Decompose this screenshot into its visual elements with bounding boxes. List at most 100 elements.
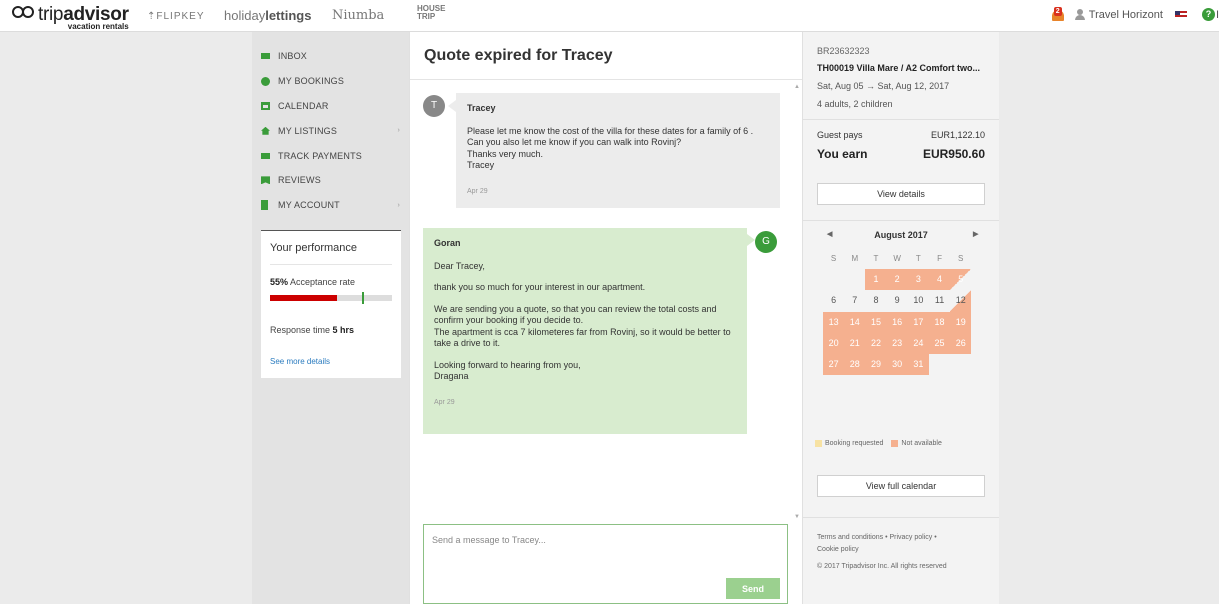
calendar-day[interactable]: 19: [950, 311, 972, 333]
card-icon: [261, 152, 270, 159]
calendar-prev-icon[interactable]: ◀: [827, 230, 832, 238]
calendar-day: [950, 354, 971, 375]
chevron-right-icon: ›: [397, 201, 400, 209]
calendar-day[interactable]: 2: [886, 269, 908, 291]
footer: Terms and conditions • Privacy policy • C…: [803, 517, 999, 573]
message-paragraph: Looking forward to hearing from you,: [434, 359, 581, 370]
calendar-day[interactable]: 20: [823, 332, 845, 354]
avatar: T: [423, 95, 445, 117]
send-button[interactable]: Send: [726, 578, 780, 599]
holidaylettings-link[interactable]: holidaylettings: [224, 8, 311, 23]
message-input[interactable]: [424, 525, 787, 575]
calendar-day[interactable]: 4: [928, 269, 951, 291]
scroll-down-icon[interactable]: ▼: [794, 514, 800, 520]
tripadvisor-logo[interactable]: tripadvisor vacation rentals: [12, 5, 129, 31]
see-more-details-link[interactable]: See more details: [270, 357, 392, 366]
nav-item-reviews[interactable]: REVIEWS: [252, 168, 409, 193]
calendar-day[interactable]: 22: [865, 332, 887, 354]
chevron-right-icon: ›: [397, 127, 400, 135]
calendar-day[interactable]: 7: [844, 290, 865, 311]
view-details-button[interactable]: View details: [817, 183, 985, 205]
flipkey-link[interactable]: ⇡FLIPKEY: [147, 11, 205, 22]
calendar-day[interactable]: 31: [907, 353, 929, 376]
nav-item-calendar[interactable]: CALENDAR: [252, 94, 409, 119]
message-paragraph: thank you so much for your interest in o…: [434, 282, 646, 292]
booking-panel: BR23632323 TH00019 Villa Mare / A2 Comfo…: [803, 32, 999, 604]
calendar-day[interactable]: 17: [907, 311, 929, 333]
reply-box: Send: [423, 524, 788, 604]
us-flag-icon[interactable]: [1174, 10, 1187, 19]
legend-booking-requested: Booking requested: [825, 440, 884, 447]
nav-item-my-bookings[interactable]: MY BOOKINGS: [252, 69, 409, 94]
booking-requested-swatch: [815, 440, 822, 447]
booking-reference: BR23632323: [817, 46, 870, 56]
calendar-day[interactable]: 24: [907, 332, 929, 354]
calendar-day[interactable]: 23: [886, 332, 908, 354]
avatar: G: [755, 231, 777, 253]
calendar-day[interactable]: 6: [823, 290, 844, 311]
calendar-day[interactable]: 11: [929, 290, 950, 311]
niumba-link[interactable]: Niumba: [332, 8, 384, 23]
scroll-up-icon[interactable]: ▲: [794, 84, 800, 90]
you-earn-value: EUR950.60: [922, 147, 985, 161]
message-paragraph: We are sending you a quote, so that you …: [434, 303, 717, 326]
calendar-day: [929, 354, 950, 375]
calendar-day[interactable]: 5: [950, 269, 972, 291]
message-sender: Tracey: [467, 103, 496, 113]
calendar-weekday: W: [893, 254, 901, 263]
message-date: Apr 29: [467, 187, 488, 195]
calendar-day[interactable]: 13: [823, 311, 845, 333]
message-paragraph: Dear Tracey,: [434, 260, 485, 271]
calendar-day[interactable]: 15: [865, 311, 887, 333]
help-icon[interactable]: ?: [1201, 8, 1215, 21]
calendar-day[interactable]: 21: [844, 332, 866, 354]
nav-item-my-account[interactable]: MY ACCOUNT ›: [252, 193, 409, 218]
performance-card: Your performance 55% Acceptance rate Res…: [261, 230, 401, 378]
calendar-day[interactable]: 16: [886, 311, 908, 333]
property-name: TH00019 Villa Mare / A2 Comfort two...: [817, 63, 981, 73]
message-line: Please let me know the cost of the villa…: [467, 125, 754, 136]
message-bubble-guest: Tracey Please let me know the cost of th…: [448, 93, 780, 208]
calendar-day[interactable]: 26: [950, 332, 972, 354]
footer-links[interactable]: Terms and conditions • Privacy policy •: [817, 534, 937, 541]
nav-item-my-listings[interactable]: MY LISTINGS ›: [252, 118, 409, 143]
acceptance-rate-bar: [270, 292, 392, 304]
calendar-day[interactable]: 10: [908, 290, 929, 311]
housetrip-link[interactable]: HOUSE TRIP: [417, 5, 445, 21]
calendar-day[interactable]: 29: [865, 353, 887, 376]
acceptance-target-marker: [362, 292, 364, 304]
bookings-icon: [261, 76, 270, 86]
notification-count-badge: 2: [1053, 7, 1062, 16]
calendar-day[interactable]: 12: [950, 290, 972, 312]
top-bar: tripadvisor vacation rentals ⇡FLIPKEY ho…: [0, 0, 1219, 32]
calendar-icon: [261, 101, 270, 110]
user-menu[interactable]: Travel Horizont: [1089, 9, 1163, 21]
calendar-day[interactable]: 18: [928, 311, 951, 333]
user-icon: [1074, 9, 1085, 20]
calendar-weekday: S: [958, 254, 964, 263]
message-line: Tracey: [467, 160, 495, 170]
calendar-day[interactable]: 28: [844, 353, 866, 376]
message-date: Apr 29: [434, 398, 455, 406]
calendar-day[interactable]: 30: [886, 353, 908, 376]
calendar-weekday: T: [873, 254, 879, 263]
nav-item-track-payments[interactable]: TRACK PAYMENTS: [252, 143, 409, 168]
calendar-next-icon[interactable]: ▶: [973, 230, 978, 238]
thread-title: Quote expired for Tracey: [410, 32, 802, 80]
owl-icon: [12, 6, 34, 20]
calendar-day[interactable]: 3: [907, 269, 929, 291]
calendar-day[interactable]: 27: [823, 353, 845, 376]
envelope-icon: [261, 53, 270, 60]
message-bubble-host: Goran Dear Tracey, thank you so much for…: [423, 228, 755, 434]
payment-summary: Guest pays EUR1,122.10 You earn EUR950.60: [803, 120, 999, 161]
legend-not-available: Not available: [901, 440, 942, 447]
calendar-day[interactable]: 14: [844, 311, 866, 333]
calendar-day[interactable]: 25: [928, 332, 951, 354]
calendar-day[interactable]: 9: [887, 290, 908, 311]
calendar-day[interactable]: 8: [865, 290, 886, 311]
cookie-policy-link[interactable]: Cookie policy: [817, 546, 859, 553]
calendar-day[interactable]: 1: [865, 269, 887, 291]
nav-item-inbox[interactable]: INBOX: [252, 44, 409, 69]
view-full-calendar-button[interactable]: View full calendar: [817, 475, 985, 497]
notifications-bell-icon[interactable]: 2: [1051, 7, 1065, 22]
